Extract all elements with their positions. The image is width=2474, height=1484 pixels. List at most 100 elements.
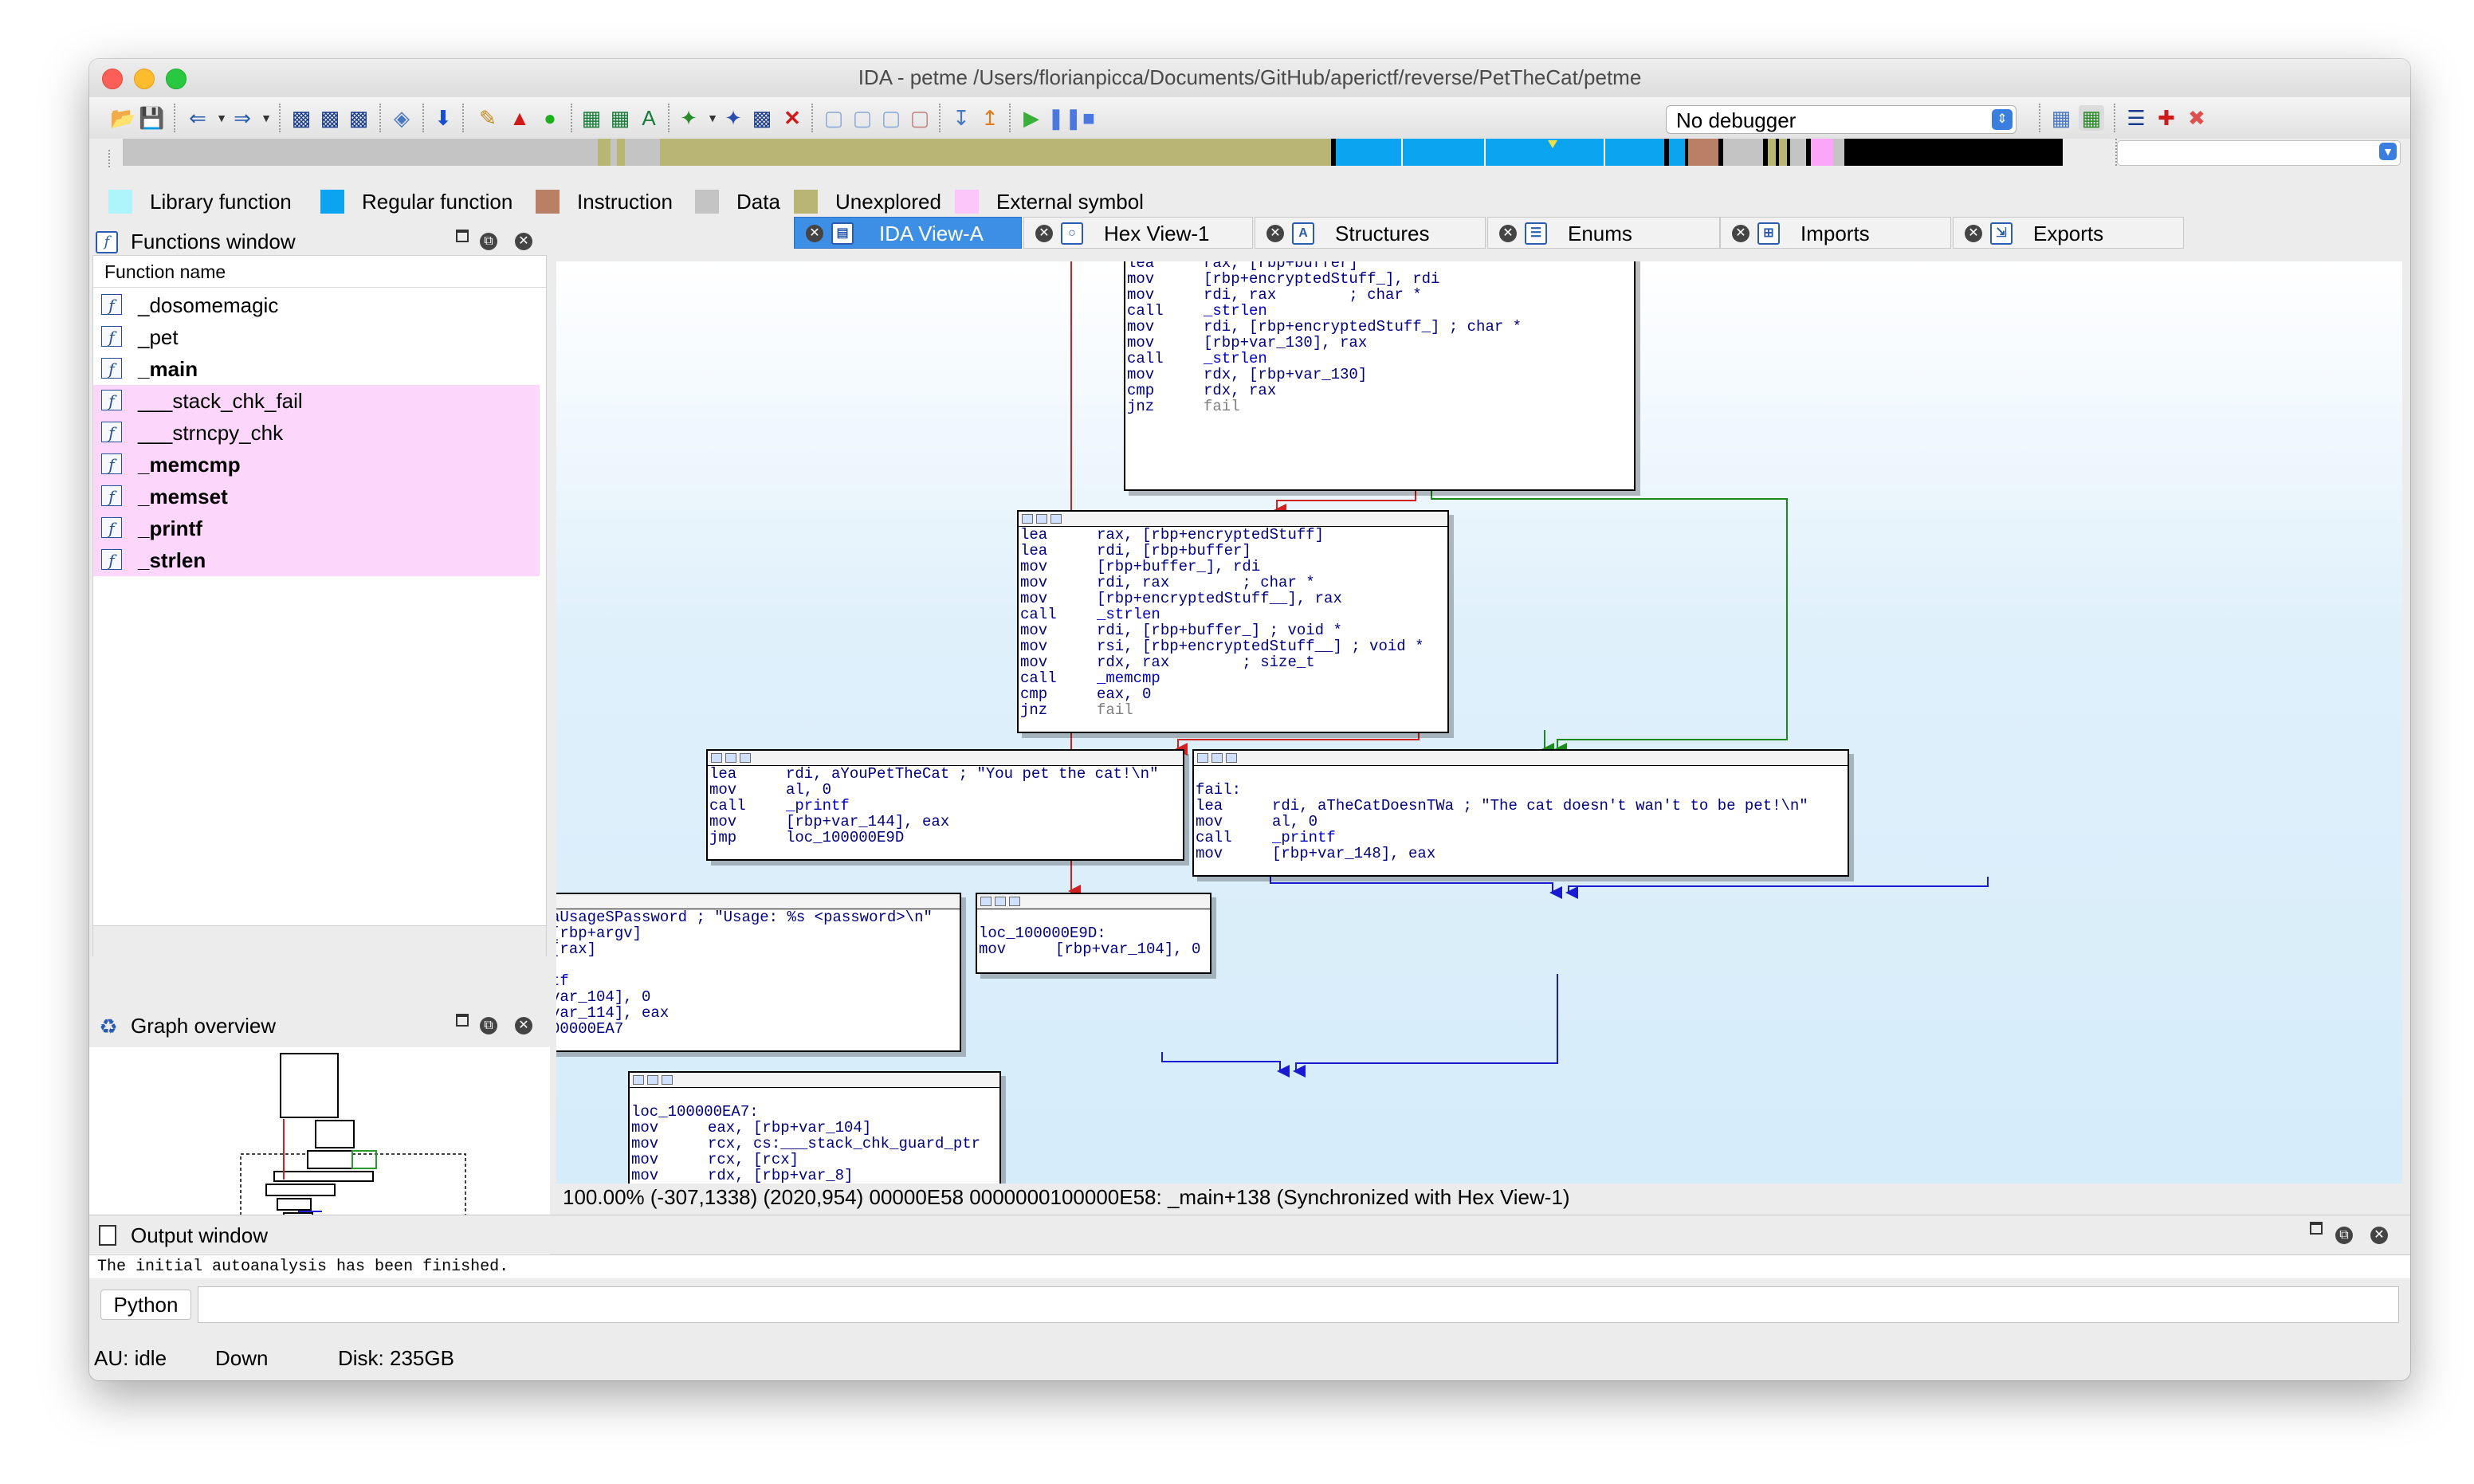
asm-line[interactable]: call _memcmp xyxy=(1019,670,1447,686)
save-icon[interactable]: 💾 xyxy=(139,105,164,131)
asm-line[interactable]: jmploc_100000EA7 xyxy=(556,1021,960,1037)
asm-line[interactable]: leardi, aUsageSPassword ; "Usage: %s <pa… xyxy=(556,909,960,925)
code-icon[interactable]: ▦ xyxy=(579,105,604,131)
function-icon[interactable]: ✎ xyxy=(475,105,501,131)
float-icon[interactable]: ⧉ xyxy=(480,1017,497,1034)
code-block[interactable]: lea rax, [rbp+buffer] mov [rbp+encryptedStu… xyxy=(1124,261,1636,491)
close-tab-icon[interactable]: ✕ xyxy=(1965,225,1982,242)
data-icon[interactable]: ▦ xyxy=(607,105,633,131)
block-header[interactable] xyxy=(556,894,960,909)
horizontal-scrollbar[interactable] xyxy=(93,925,546,958)
function-list-item[interactable]: f _main xyxy=(93,353,540,385)
asm-line[interactable]: mov al, 0 xyxy=(1194,814,1848,830)
close-icon[interactable]: ✕ xyxy=(515,1017,532,1034)
asm-line[interactable]: lea rdi, aTheCatDoesnTWa ; "The cat doesn… xyxy=(1194,798,1848,814)
asm-line[interactable]: mov rcx, [rcx] xyxy=(630,1152,999,1168)
seg-add-icon[interactable]: ▢ xyxy=(821,105,846,131)
asm-line[interactable]: mov [rbp+var_130], rax xyxy=(1125,335,1634,351)
warning-icon[interactable]: ▲ xyxy=(507,105,532,131)
binoculars-binary-icon[interactable]: ▩ xyxy=(317,105,343,131)
asm-line[interactable]: jmp loc_100000E9D xyxy=(708,830,1183,846)
asm-line[interactable]: fail: xyxy=(1194,782,1848,798)
python-command-input[interactable] xyxy=(198,1286,2399,1323)
asm-line[interactable]: lea rax, [rbp+encryptedStuff] xyxy=(1019,527,1447,543)
asm-line[interactable]: jnz fail xyxy=(1125,398,1634,414)
asm-line[interactable]: cmp rdx, rax xyxy=(1125,383,1634,398)
asm-line[interactable]: loc_100000EA7: xyxy=(630,1104,999,1120)
block-header[interactable] xyxy=(630,1073,999,1088)
debugger-select[interactable]: No debugger ⇕ xyxy=(1666,105,2017,134)
code-block[interactable]: leardi, aUsageSPassword ; "Usage: %s <pa… xyxy=(556,893,961,1052)
asm-line[interactable]: mov [rbp+var_144], eax xyxy=(708,814,1183,830)
seg-delete-icon[interactable]: ▢ xyxy=(907,105,933,131)
asm-line[interactable]: mov eax, [rbp+var_104] xyxy=(630,1120,999,1136)
asm-line[interactable]: call _strlen xyxy=(1125,351,1634,367)
close-tab-icon[interactable]: ✕ xyxy=(806,225,823,242)
asm-line[interactable] xyxy=(630,1088,999,1104)
close-tab-icon[interactable]: ✕ xyxy=(1266,225,1284,242)
asm-line[interactable]: mov al, 0 xyxy=(708,782,1183,798)
asm-line[interactable]: mov rcx, cs:___stack_chk_guard_ptr xyxy=(630,1136,999,1152)
asm-line[interactable]: call_printf xyxy=(708,798,1183,814)
asm-line[interactable]: mov [rbp+var_148], eax xyxy=(1194,846,1848,862)
close-tab-icon[interactable]: ✕ xyxy=(1732,225,1749,242)
asm-line[interactable]: movrsi, [rax] xyxy=(556,941,960,957)
asm-line[interactable]: mov rdi, rax ; char * xyxy=(1125,287,1634,303)
add-breakpoint-icon[interactable]: ✚ xyxy=(2154,105,2179,131)
asm-line[interactable]: jnz fail xyxy=(1019,702,1447,718)
xref-icon[interactable]: ✦ xyxy=(676,105,701,131)
python-button[interactable]: Python xyxy=(100,1290,191,1320)
asm-line[interactable]: call_printf xyxy=(556,973,960,989)
pause-icon[interactable]: ❚❚ xyxy=(1047,105,1082,131)
asm-line[interactable]: mov rdx, [rbp+var_8] xyxy=(630,1168,999,1184)
block-header[interactable] xyxy=(708,751,1183,766)
float-icon[interactable]: ⧉ xyxy=(480,233,497,250)
code-block[interactable]: lea rdi, aYouPetTheCat ; "You pet the cat… xyxy=(706,749,1184,861)
binoculars-text-icon[interactable]: ▩ xyxy=(289,105,314,131)
asm-line[interactable]: mov rdi, [rbp+buffer_] ; void * xyxy=(1019,622,1447,638)
navigation-bar[interactable] xyxy=(123,139,2166,166)
asm-line[interactable] xyxy=(977,909,1210,925)
maximize-icon[interactable] xyxy=(456,1014,469,1027)
ascii-icon[interactable]: A xyxy=(636,105,662,131)
tab-imports[interactable]: ✕ ⊞ Imports xyxy=(1720,217,1951,249)
asm-line[interactable]: loc_100000E9D: xyxy=(977,925,1210,941)
back-icon[interactable]: ⇐ xyxy=(185,105,210,131)
forward-dropdown-icon[interactable]: ▼ xyxy=(253,105,279,131)
asm-line[interactable]: lea rdi, [rbp+buffer] xyxy=(1019,543,1447,559)
patch-icon[interactable]: ◈ xyxy=(389,105,414,131)
seg-copy-icon[interactable]: ▢ xyxy=(850,105,875,131)
block-header[interactable] xyxy=(1194,751,1848,766)
code-block[interactable]: fail: lea rdi, aTheCatDoesnTWa ; "The cat … xyxy=(1192,749,1849,877)
code-block[interactable]: loc_100000E9D: mov [rbp+var_104], 0 xyxy=(976,893,1211,974)
stop-icon[interactable]: ■ xyxy=(1076,105,1102,131)
asm-line[interactable]: cmp eax, 0 xyxy=(1019,686,1447,702)
close-icon[interactable]: ✕ xyxy=(2370,1227,2388,1244)
function-list-item[interactable]: f _strlen xyxy=(93,544,540,576)
segment-select[interactable]: ▼ xyxy=(2117,140,2401,166)
asm-line[interactable]: lea rdi, aYouPetTheCat ; "You pet the cat… xyxy=(708,766,1183,782)
tab-ida-view-a[interactable]: ✕ ▤ IDA View-A xyxy=(794,217,1022,249)
asm-line[interactable]: movrax, [rbp+argv] xyxy=(556,925,960,941)
maximize-icon[interactable] xyxy=(2310,1222,2323,1235)
asm-line[interactable]: mov rdx, rax ; size_t xyxy=(1019,654,1447,670)
undefine-icon[interactable]: ✕ xyxy=(780,105,805,131)
asm-line[interactable]: mov [rbp+encryptedStuff_], rdi xyxy=(1125,271,1634,287)
attach-icon[interactable]: ▦ xyxy=(2048,105,2074,131)
asm-line[interactable] xyxy=(1194,766,1848,782)
run-icon[interactable]: ▶ xyxy=(1019,105,1044,131)
asm-line[interactable]: mov [rbp+buffer_], rdi xyxy=(1019,559,1447,575)
asm-line[interactable]: call _strlen xyxy=(1125,303,1634,319)
function-list-item[interactable]: f ___stack_chk_fail xyxy=(93,385,540,417)
green-circle-icon[interactable]: ● xyxy=(537,105,563,131)
step-into-icon[interactable]: ↧ xyxy=(948,105,974,131)
function-list-item[interactable]: f _memset xyxy=(93,481,540,512)
close-icon[interactable]: ✕ xyxy=(515,233,532,250)
function-list-item[interactable]: f _memcmp xyxy=(93,449,540,481)
binoculars-immediate-icon[interactable]: ▩ xyxy=(346,105,371,131)
tab-hex-view-1[interactable]: ✕ ○ Hex View-1 xyxy=(1023,217,1253,249)
splitter[interactable] xyxy=(550,261,556,1210)
tab-structures[interactable]: ✕ A Structures xyxy=(1255,217,1486,249)
close-tab-icon[interactable]: ✕ xyxy=(1499,225,1517,242)
ida-graph-view[interactable]: lea rax, [rbp+buffer] mov [rbp+encryptedStu… xyxy=(556,261,2402,1184)
